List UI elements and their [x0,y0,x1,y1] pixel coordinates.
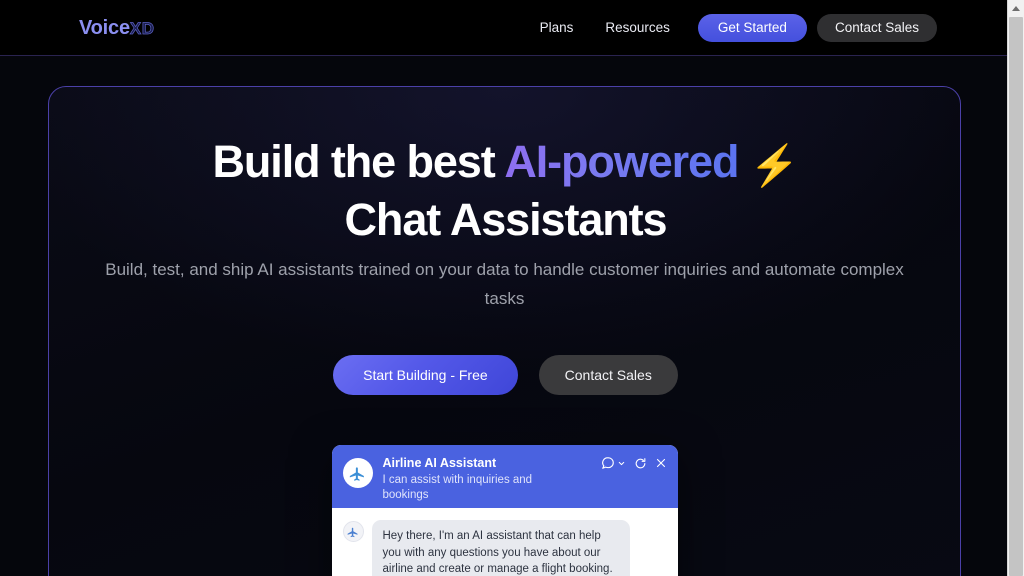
chat-widget-preview: Airline AI Assistant I can assist with i… [331,445,678,576]
chat-restart-button[interactable] [634,457,647,470]
chat-widget-title: Airline AI Assistant [382,456,497,470]
message-avatar [342,521,364,542]
hero-subheading: Build, test, and ship AI assistants trai… [105,260,904,308]
chat-widget-header: Airline AI Assistant I can assist with i… [331,445,678,508]
chevron-down-icon [618,461,624,465]
browser-viewport: VoiceXD Plans Resources Get Started Cont… [0,0,1007,576]
chat-widget-subtitle: I can assist with inquiries and bookings [382,474,533,501]
page-scrollbar[interactable] [1007,0,1024,576]
contact-sales-hero-button[interactable]: Contact Sales [538,355,678,395]
chat-widget-actions [601,456,667,470]
chat-bubble-icon [601,457,614,469]
scrollbar-thumb[interactable] [1009,17,1023,576]
close-icon [656,458,665,468]
chat-message-list: Hey there, I'm an AI assistant that can … [331,508,678,576]
airplane-icon [349,466,364,481]
logo-text-main: Voice [79,17,130,39]
hero-cta-row: Start Building - Free Contact Sales [49,355,960,395]
nav-link-plans[interactable]: Plans [524,0,590,56]
headline-text-plain: Build the best [212,136,505,187]
page-title: Build the best AI-powered ⚡ Chat Assista… [49,135,960,247]
contact-sales-nav-button[interactable]: Contact Sales [816,14,937,42]
chat-message-bubble: Hey there, I'm an AI assistant that can … [371,520,630,576]
nav-actions: Plans Resources Get Started Contact Sale… [524,0,937,56]
get-started-button[interactable]: Get Started [697,14,807,42]
avatar [342,458,373,488]
headline-line-2: Chat Assistants [344,194,668,245]
scroll-up-button[interactable] [1008,0,1024,17]
headline-line-1: Build the best AI-powered ⚡ [212,136,800,188]
start-building-button[interactable]: Start Building - Free [333,355,518,395]
chat-close-button[interactable] [655,457,667,469]
lightning-bolt-icon: ⚡ [749,144,800,188]
refresh-icon [635,457,645,468]
top-navigation-bar: VoiceXD Plans Resources Get Started Cont… [0,0,1007,56]
scroll-up-arrow-icon [1012,6,1020,11]
airplane-icon [347,527,358,537]
hero-section-card: Build the best AI-powered ⚡ Chat Assista… [48,86,961,576]
site-logo[interactable]: VoiceXD [79,17,155,40]
nav-link-resources[interactable]: Resources [589,0,686,56]
logo-text-accent: XD [129,19,155,39]
chat-mode-dropdown[interactable] [601,456,626,470]
headline-text-accent: AI-powered [504,136,739,187]
chat-widget-titles: Airline AI Assistant I can assist with i… [383,455,533,503]
